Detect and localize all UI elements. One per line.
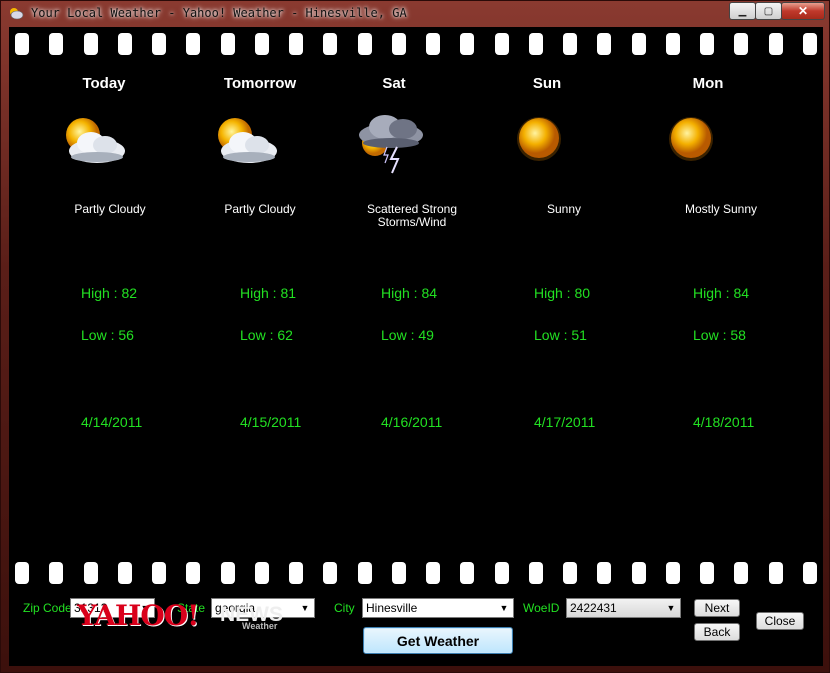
back-button[interactable]: Back	[694, 623, 740, 641]
low-temp: Low : 49	[381, 327, 434, 343]
get-weather-button[interactable]: Get Weather	[363, 627, 513, 654]
day-name: Sun	[532, 75, 562, 92]
film-strip-top	[9, 33, 823, 55]
high-temp: High : 81	[240, 285, 297, 301]
city-value: Hinesville	[366, 601, 418, 615]
woeid-value: 2422431	[570, 601, 617, 615]
high-temp: High : 82	[81, 285, 138, 301]
close-window-button[interactable]: ✕	[781, 2, 825, 20]
forecast-date: 4/15/2011	[240, 414, 302, 430]
thunderstorm-icon	[359, 115, 423, 174]
app-window: Your Local Weather - Yahoo! Weather - Hi…	[0, 0, 830, 673]
forecast-date: 4/16/2011	[381, 414, 443, 430]
yahoo-news-logo: YAHOO! NEWS Weather	[77, 599, 317, 635]
high-temp: High : 84	[381, 285, 438, 301]
day-name: Tomorrow	[223, 75, 297, 92]
forecast-date: 4/14/2011	[81, 414, 143, 430]
weather-app-icon	[10, 8, 24, 20]
condition-text: Mostly Sunny	[684, 202, 758, 216]
high-temp: High : 84	[693, 285, 750, 301]
woeid-combobox[interactable]: 2422431 ▼	[566, 598, 681, 618]
weather-panel: Today Partly Cloudy High : 82 Low : 56 4…	[9, 27, 823, 666]
low-temp: Low : 56	[81, 327, 134, 343]
forecast-date: 4/17/2011	[534, 414, 596, 430]
low-temp: Low : 58	[693, 327, 746, 343]
partly-cloudy-icon	[218, 118, 277, 163]
day-name: Sat	[382, 75, 406, 92]
chevron-down-icon[interactable]: ▼	[496, 600, 512, 616]
minimize-icon: ▁	[738, 5, 747, 17]
window-title: Your Local Weather - Yahoo! Weather - Hi…	[31, 6, 407, 20]
condition-text: Partly Cloudy	[224, 202, 296, 216]
next-button[interactable]: Next	[694, 599, 740, 617]
woeid-label: WoeID	[523, 601, 560, 615]
partly-cloudy-icon	[66, 118, 125, 163]
condition-text: Scattered Strong Storms/Wind	[366, 202, 458, 229]
day-name: Today	[82, 75, 126, 92]
city-combobox[interactable]: Hinesville ▼	[362, 598, 514, 618]
film-strip-bottom	[9, 562, 823, 584]
close-button[interactable]: Close	[756, 612, 804, 630]
maximize-icon: ▢	[763, 5, 774, 17]
chevron-down-icon[interactable]: ▼	[663, 600, 679, 616]
high-temp: High : 80	[534, 285, 591, 301]
condition-text: Sunny	[546, 202, 582, 216]
city-label: City	[334, 601, 355, 615]
low-temp: Low : 51	[534, 327, 587, 343]
minimize-button[interactable]: ▁	[729, 2, 756, 20]
maximize-button[interactable]: ▢	[755, 2, 782, 20]
zip-code-label: Zip Code	[23, 601, 72, 615]
low-temp: Low : 62	[240, 327, 293, 343]
day-name: Mon	[692, 75, 724, 92]
sun-icon	[669, 117, 713, 161]
close-icon: ✕	[797, 4, 809, 18]
title-bar[interactable]: Your Local Weather - Yahoo! Weather - Hi…	[1, 1, 830, 27]
weather-wordmark: Weather	[242, 621, 278, 631]
sun-icon	[517, 117, 561, 161]
forecast-date: 4/18/2011	[693, 414, 755, 430]
condition-text: Partly Cloudy	[74, 202, 146, 216]
yahoo-wordmark: YAHOO!	[77, 599, 199, 632]
